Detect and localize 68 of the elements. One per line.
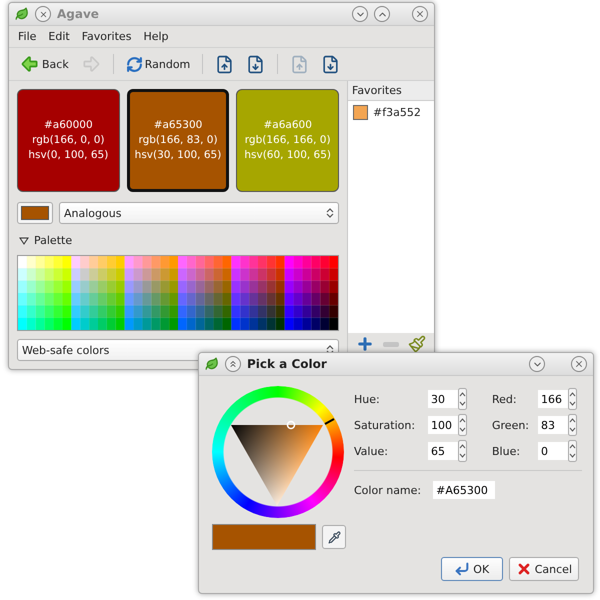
color-swatch[interactable]: #a60000 rgb(166, 0, 0) hsv(0, 100, 65) bbox=[17, 89, 120, 192]
return-arrow-icon bbox=[454, 561, 470, 577]
minimize-button[interactable] bbox=[352, 6, 368, 22]
eyedropper-button[interactable] bbox=[322, 525, 346, 549]
spin-box[interactable]: 65 bbox=[428, 440, 486, 462]
menu-item[interactable]: Favorites bbox=[76, 28, 136, 45]
favorites-header: Favorites bbox=[348, 81, 434, 101]
rgb-value: rgb(166, 166, 0) bbox=[244, 133, 331, 148]
maximize-button[interactable] bbox=[374, 6, 390, 22]
spin-box[interactable]: 30 bbox=[428, 388, 486, 410]
forward-arrow-icon bbox=[80, 54, 101, 74]
leaf-logo-icon bbox=[15, 7, 29, 21]
document-down-arrow-icon bbox=[246, 54, 266, 74]
ok-button[interactable]: OK bbox=[440, 557, 503, 581]
rgb-value: rgb(166, 0, 0) bbox=[32, 133, 105, 148]
menu-item[interactable]: File bbox=[13, 28, 42, 45]
spin-box[interactable]: 100 bbox=[428, 414, 486, 436]
color-swatch[interactable]: #a65300 rgb(166, 83, 0) hsv(30, 100, 65) bbox=[126, 89, 230, 192]
hex-value: #a60000 bbox=[44, 118, 93, 133]
brush-button[interactable] bbox=[408, 335, 426, 353]
minimize-button[interactable] bbox=[529, 356, 545, 372]
hsv-value: hsv(30, 100, 65) bbox=[134, 148, 222, 163]
plus-icon bbox=[356, 335, 374, 353]
field-label: Green: bbox=[492, 418, 530, 432]
toolbar-button[interactable]: Random bbox=[122, 54, 194, 74]
minus-icon bbox=[382, 342, 399, 346]
hsv-value: hsv(60, 100, 65) bbox=[244, 148, 332, 163]
refresh-icon bbox=[126, 56, 143, 72]
shade-button[interactable] bbox=[225, 356, 241, 372]
add-button[interactable] bbox=[356, 335, 374, 353]
close-button[interactable] bbox=[412, 6, 428, 22]
document-down-arrow-icon bbox=[321, 54, 340, 74]
close-icon bbox=[415, 9, 425, 19]
field-label: Blue: bbox=[492, 444, 522, 458]
cross-icon bbox=[516, 561, 532, 577]
window-title: Agave bbox=[57, 7, 99, 21]
menu-item[interactable]: Edit bbox=[43, 28, 75, 45]
cancel-button[interactable]: Cancel bbox=[508, 557, 579, 581]
hsv-value: hsv(0, 100, 65) bbox=[28, 148, 108, 163]
eyedropper-icon bbox=[328, 530, 341, 544]
double-chevron-up-icon bbox=[228, 359, 238, 369]
updown-arrows-icon bbox=[326, 207, 334, 219]
toolbar-button[interactable]: Back bbox=[17, 52, 72, 76]
window-menu-button[interactable] bbox=[35, 6, 51, 22]
close-icon bbox=[38, 10, 48, 18]
field-label: Saturation: bbox=[354, 418, 416, 432]
field-label: Red: bbox=[492, 392, 518, 406]
scheme-dropdown[interactable]: Analogous bbox=[59, 202, 339, 224]
hex-value: #a65300 bbox=[154, 118, 202, 133]
close-button[interactable] bbox=[571, 356, 587, 372]
color-palette-grid[interactable] bbox=[17, 255, 339, 331]
close-icon bbox=[574, 359, 584, 369]
menu-item[interactable]: Help bbox=[138, 28, 174, 45]
document-up-arrow-icon bbox=[290, 54, 310, 74]
document-up-arrow-icon bbox=[215, 54, 234, 74]
hex-value: #a6a600 bbox=[263, 118, 312, 133]
triangle-icon bbox=[19, 236, 29, 244]
color-name-field[interactable]: #A65300 bbox=[433, 481, 496, 499]
field-label: Color name: bbox=[354, 484, 422, 496]
palette-expander[interactable]: Palette bbox=[17, 234, 339, 247]
color-button[interactable] bbox=[17, 202, 53, 224]
favorite-item[interactable]: #f3a552 bbox=[373, 106, 421, 119]
brush-icon bbox=[408, 335, 426, 353]
leaf-logo-icon bbox=[205, 357, 219, 371]
rgb-value: rgb(166, 83, 0) bbox=[138, 133, 218, 148]
field-label: Hue: bbox=[354, 392, 381, 406]
back-arrow-icon bbox=[20, 54, 40, 74]
field-label: Value: bbox=[354, 444, 389, 458]
